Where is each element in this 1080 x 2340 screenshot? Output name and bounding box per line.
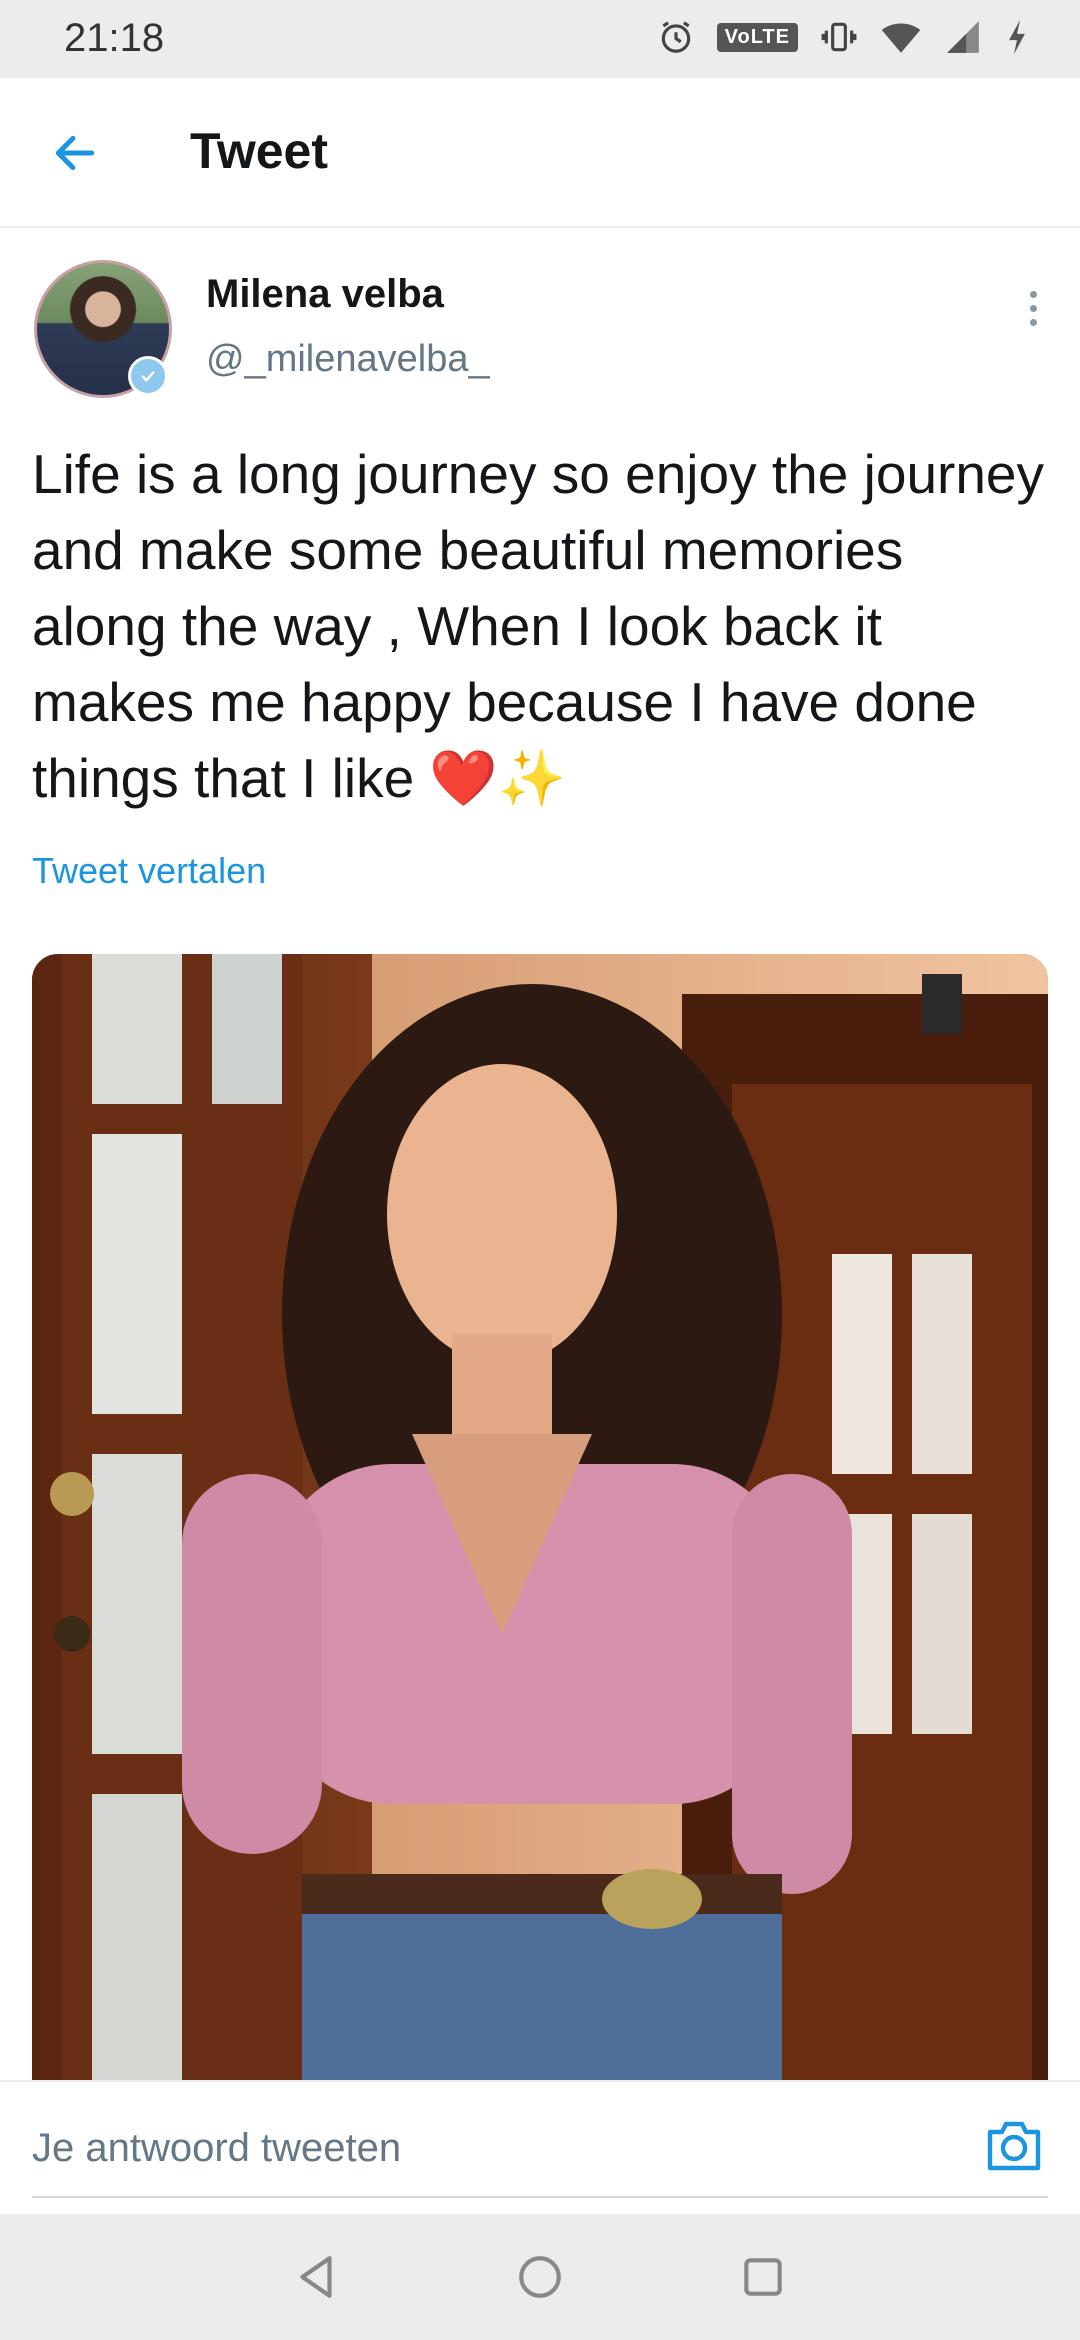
translate-tweet-link[interactable]: Tweet vertalen	[32, 850, 266, 892]
status-time: 21:18	[64, 16, 165, 60]
app-header: Tweet	[0, 78, 1080, 228]
reply-bar: Je antwoord tweeten	[0, 2080, 1080, 2216]
home-circle-icon[interactable]	[515, 2252, 565, 2302]
tweet-detail: Milena velba @_milenavelba_ Life is a lo…	[0, 228, 1080, 2080]
reply-input[interactable]: Je antwoord tweeten	[32, 2126, 401, 2171]
volte-badge: VoLTE	[716, 22, 798, 52]
signal-icon	[947, 21, 979, 53]
back-arrow-icon	[55, 135, 95, 171]
recents-square-icon[interactable]	[738, 2252, 788, 2302]
system-nav-bar	[0, 2214, 1080, 2340]
page-title: Tweet	[190, 123, 328, 179]
status-bar: 21:18 VoLTE	[0, 0, 1080, 78]
alarm-icon	[661, 21, 690, 53]
tweet-photo[interactable]	[32, 954, 1048, 2080]
status-icons: VoLTE	[657, 18, 1030, 56]
verified-badge-icon	[128, 356, 168, 396]
more-dot-icon	[1029, 318, 1037, 326]
more-dot-icon	[1029, 304, 1037, 312]
back-button[interactable]	[40, 118, 110, 188]
vibrate-icon	[821, 22, 857, 52]
user-handle[interactable]: @_milenavelba_	[206, 338, 490, 381]
camera-icon[interactable]	[984, 2118, 1044, 2174]
display-name[interactable]: Milena velba	[206, 272, 444, 317]
tweet-text: Life is a long journey so enjoy the jour…	[32, 443, 1045, 809]
more-dot-icon	[1029, 290, 1037, 298]
wifi-icon	[881, 23, 921, 53]
charging-icon	[1009, 19, 1025, 55]
photo-image	[32, 954, 1048, 2080]
more-options-button[interactable]	[1008, 278, 1058, 338]
reply-underline	[32, 2196, 1048, 2198]
back-triangle-icon[interactable]	[292, 2252, 342, 2302]
